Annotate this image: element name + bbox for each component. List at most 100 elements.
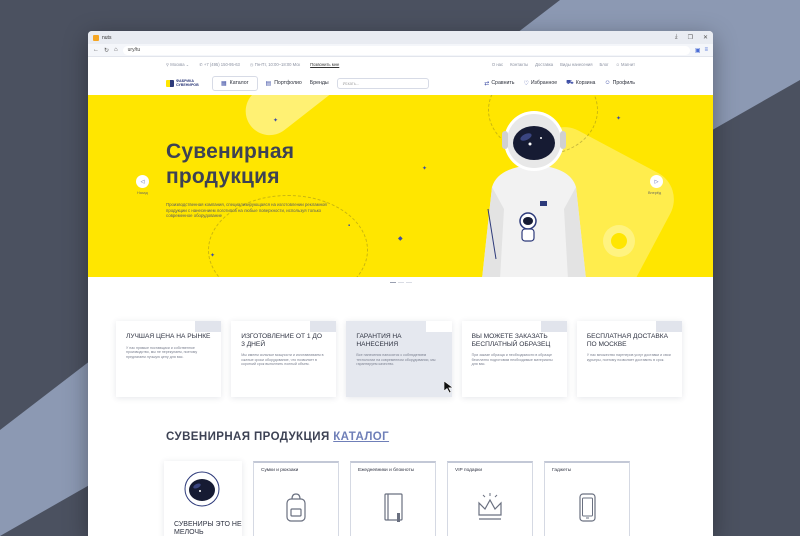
category-name: Сумки и рюкзаки <box>261 468 299 473</box>
download-icon[interactable]: ⤓ <box>675 34 678 41</box>
cart-button[interactable]: ⛟ Корзина <box>566 79 595 87</box>
hero-text: Производственная компания, специализирую… <box>166 202 327 218</box>
slider-dot[interactable] <box>397 281 404 284</box>
card-tab <box>310 321 337 332</box>
hero-prev-button[interactable]: ◁ <box>136 175 149 188</box>
catalog-button[interactable]: ▦ Каталог <box>212 75 258 91</box>
feature-text: При заказе образца и необходимости в обр… <box>471 353 553 367</box>
card-tab <box>195 321 222 332</box>
hero-banner: ✦ ✦ ✦ ✦ ◆ ▪ Сувенирная продукция Производ… <box>88 95 713 277</box>
category-card[interactable]: VIP подарки <box>447 461 533 536</box>
top-link-delivery[interactable]: Доставка <box>535 62 553 67</box>
section-title: СУВЕНИРНАЯ ПРОДУКЦИЯ КАТАЛОГ <box>166 431 390 443</box>
category-card[interactable]: Сумки и рюкзаки <box>253 461 339 536</box>
astronaut-hoodie-image <box>482 111 586 277</box>
card-tab <box>656 321 683 332</box>
hero-decoration <box>603 225 635 257</box>
feature-title: ЛУЧШАЯ ЦЕНА НА РЫНКЕ <box>126 333 211 340</box>
hero-title: Сувенирная продукция <box>166 140 295 188</box>
compare-button[interactable]: ⇄ Сравнить <box>484 79 514 87</box>
features-row: ЛУЧШАЯ ЦЕНА НА РЫНКЕ У нас прямые постав… <box>116 321 683 397</box>
feature-title: ИЗГОТОВЛЕНИЕ ОТ 1 ДО 3 ДНЕЙ <box>241 333 322 348</box>
card-tab <box>540 321 567 332</box>
profile-button[interactable]: ☺ Профиль <box>604 79 635 87</box>
url-input[interactable]: ury/tu <box>122 45 690 55</box>
reload-icon[interactable]: ↻ <box>104 47 109 54</box>
close-icon[interactable]: ✕ <box>703 34 708 41</box>
astronaut-helmet-icon <box>184 471 220 507</box>
restore-icon[interactable]: ❐ <box>688 34 693 41</box>
main-header: ФАБРИКА СУВЕНИРОВ ▦ Каталог ▤ Портфолио Б… <box>88 71 713 95</box>
portfolio-icon: ▤ <box>265 80 272 87</box>
browser-titlebar: nuts ⤓ ❐ ✕ <box>88 31 713 44</box>
feature-card[interactable]: ВЫ МОЖЕТЕ ЗАКАЗАТЬ БЕСПЛАТНЫЙ ОБРАЗЕЦ Пр… <box>461 321 567 397</box>
sparkle-icon: ✦ <box>210 253 216 259</box>
card-tab <box>425 321 452 332</box>
backpack-icon <box>286 493 306 522</box>
phone[interactable]: ✆ +7 (495) 150-95-63 <box>199 62 240 67</box>
notebook-icon <box>384 493 403 522</box>
feature-card[interactable]: ЛУЧШАЯ ЦЕНА НА РЫНКЕ У нас прямые постав… <box>116 321 222 397</box>
favorites-button[interactable]: ♡ Избранное <box>523 79 557 87</box>
favicon-icon <box>93 34 99 41</box>
compare-icon: ⇄ <box>484 80 490 87</box>
browser-window: nuts ⤓ ❐ ✕ ← ↻ ⌂ ury/tu ▣ ≡ ⚲ Москва ⌄ ✆… <box>88 31 713 536</box>
back-icon[interactable]: ← <box>93 47 99 53</box>
brands-link[interactable]: Бренды <box>310 80 329 86</box>
feature-text: У нас прямые поставщики и собственное пр… <box>126 345 198 359</box>
logo[interactable]: ФАБРИКА СУВЕНИРОВ <box>166 79 204 87</box>
hero-next-label: Вперёд <box>648 191 662 195</box>
feature-title: ВЫ МОЖЕТЕ ЗАКАЗАТЬ БЕСПЛАТНЫЙ ОБРАЗЕЦ <box>471 333 551 348</box>
hero-prev-label: Назад <box>137 191 148 195</box>
feature-title: БЕСПЛАТНАЯ ДОСТАВКА ПО МОСКВЕ <box>586 333 669 348</box>
feature-text: У нас множество партнеров услуг доставки… <box>586 353 671 362</box>
top-link-printing[interactable]: Виды нанесения <box>560 62 592 67</box>
hero-next-button[interactable]: ▷ <box>650 175 663 188</box>
city-selector[interactable]: ⚲ Москва ⌄ <box>166 62 189 67</box>
slider-pagination <box>88 277 713 288</box>
sparkle-icon: ✦ <box>273 118 279 124</box>
account-link[interactable]: ☺ Магнит <box>616 62 635 67</box>
feature-card[interactable]: ИЗГОТОВЛЕНИЕ ОТ 1 ДО 3 ДНЕЙ Мы имеем сил… <box>231 321 337 397</box>
cart-icon: ⛟ <box>566 80 574 86</box>
smartphone-icon <box>579 493 596 522</box>
search-input[interactable]: Искать... <box>336 77 429 89</box>
menu-icon[interactable]: ≡ <box>704 47 708 54</box>
promo-card[interactable]: СУВЕНИРЫ ЭТО НЕ МЕЛОЧЬ <box>164 461 242 536</box>
sparkle-icon: ✦ <box>616 116 622 122</box>
hero-decoration <box>236 95 396 145</box>
slider-dot[interactable] <box>389 281 396 284</box>
logo-mark-icon <box>166 79 174 87</box>
home-icon[interactable]: ⌂ <box>114 47 118 53</box>
chevron-right-icon: ▷ <box>654 178 659 185</box>
top-link-blog[interactable]: Блог <box>600 62 609 67</box>
feature-card[interactable]: БЕСПЛАТНАЯ ДОСТАВКА ПО МОСКВЕ У нас множ… <box>576 321 683 397</box>
category-card[interactable]: Ежедневники и блокноты <box>350 461 436 536</box>
feature-text: Все нанесения наносятся с соблюдением те… <box>356 353 436 367</box>
top-info-bar: ⚲ Москва ⌄ ✆ +7 (495) 150-95-63 ◷ Пн-Пт,… <box>88 57 713 71</box>
portfolio-link[interactable]: ▤ Портфолио <box>266 80 302 87</box>
chevron-left-icon: ◁ <box>140 178 145 185</box>
feature-title: ГАРАНТИЯ НА НАНЕСЕНИЯ <box>356 333 402 348</box>
tab-title[interactable]: nuts <box>102 35 111 41</box>
callback-link[interactable]: Позвонить мне <box>310 62 339 67</box>
grid-icon: ▦ <box>221 80 227 87</box>
category-name: VIP подарки <box>455 468 483 473</box>
extension-icon[interactable]: ▣ <box>695 47 701 54</box>
category-name: Ежедневники и блокноты <box>358 468 415 473</box>
top-link-contacts[interactable]: Контакты <box>510 62 528 67</box>
top-link-about[interactable]: О нас <box>492 62 503 67</box>
heart-icon: ♡ <box>523 80 529 87</box>
slider-dot[interactable] <box>405 281 412 284</box>
category-row: СУВЕНИРЫ ЭТО НЕ МЕЛОЧЬ Сумки и рюкзаки Е… <box>164 461 634 536</box>
feature-card[interactable]: ГАРАНТИЯ НА НАНЕСЕНИЯ Все нанесения нано… <box>346 321 452 397</box>
category-name: Гаджеты <box>552 468 572 473</box>
feature-text: Мы имеем сильные мощности и изготавливае… <box>241 353 324 367</box>
category-card[interactable]: Гаджеты <box>544 461 630 536</box>
catalog-link[interactable]: КАТАЛОГ <box>333 431 389 443</box>
crown-icon <box>478 493 502 520</box>
address-bar: ← ↻ ⌂ ury/tu ▣ ≡ <box>88 44 713 57</box>
sparkle-icon: ◆ <box>398 236 403 242</box>
promo-text: СУВЕНИРЫ ЭТО НЕ МЕЛОЧЬ <box>174 521 242 536</box>
work-hours: ◷ Пн-Пт, 10:00–18:00 Мск <box>249 61 301 67</box>
